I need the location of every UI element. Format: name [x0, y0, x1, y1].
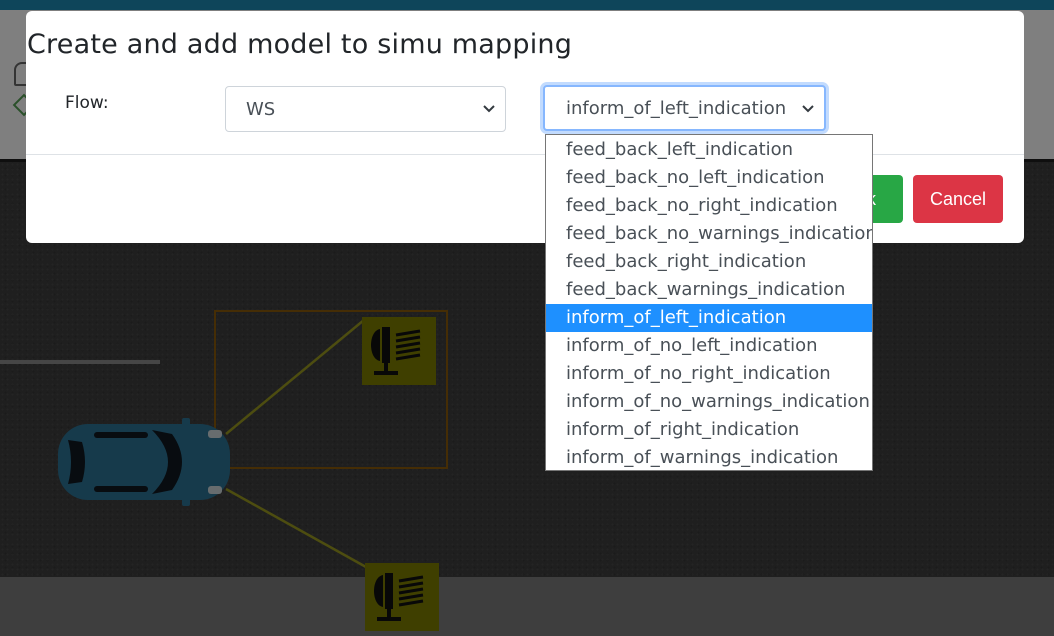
dropdown-option[interactable]: feed_back_right_indication: [546, 248, 872, 276]
model-select-value: inform_of_left_indication: [566, 97, 787, 119]
chevron-down-icon: [802, 105, 814, 113]
dropdown-option[interactable]: feed_back_no_right_indication: [546, 192, 872, 220]
create-mapping-dialog: Create and add model to simu mapping Flo…: [26, 11, 1024, 243]
dialog-divider: [26, 154, 1024, 155]
model-dropdown-list[interactable]: feed_back_left_indication feed_back_no_l…: [545, 134, 873, 471]
flow-select[interactable]: WS: [225, 86, 506, 132]
dropdown-option-selected[interactable]: inform_of_left_indication: [546, 304, 872, 332]
chevron-down-icon: [483, 105, 495, 113]
flow-label: Flow:: [65, 93, 109, 113]
dropdown-option[interactable]: feed_back_no_warnings_indication: [546, 220, 872, 248]
dropdown-option[interactable]: inform_of_no_warnings_indication: [546, 388, 872, 416]
model-select[interactable]: inform_of_left_indication: [543, 85, 826, 131]
dropdown-option[interactable]: feed_back_left_indication: [546, 136, 872, 164]
dropdown-option[interactable]: feed_back_warnings_indication: [546, 276, 872, 304]
dropdown-option[interactable]: inform_of_no_left_indication: [546, 332, 872, 360]
dropdown-option[interactable]: feed_back_no_left_indication: [546, 164, 872, 192]
flow-select-value: WS: [246, 98, 276, 120]
cancel-button[interactable]: Cancel: [913, 175, 1003, 223]
dropdown-option[interactable]: inform_of_warnings_indication: [546, 444, 872, 470]
dialog-title: Create and add model to simu mapping: [27, 29, 573, 60]
dropdown-option[interactable]: inform_of_no_right_indication: [546, 360, 872, 388]
dropdown-option[interactable]: inform_of_right_indication: [546, 416, 872, 444]
